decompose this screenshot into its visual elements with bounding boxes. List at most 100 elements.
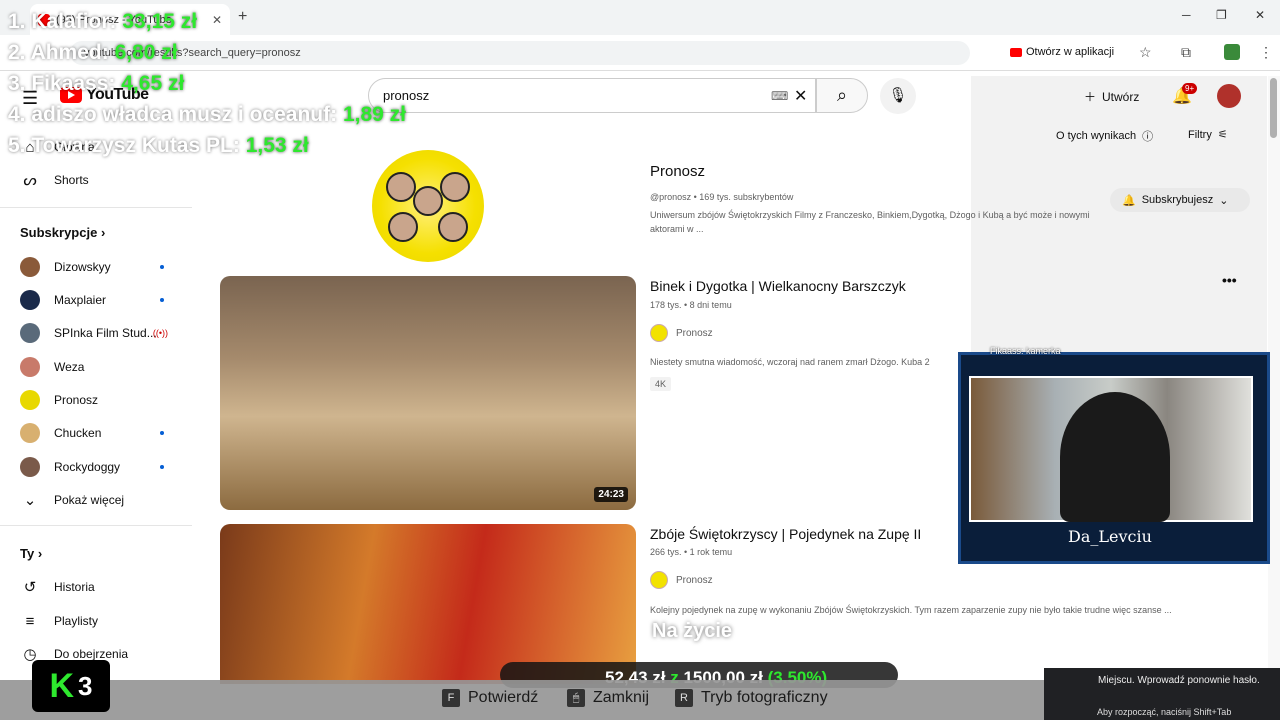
subscriptions-heading[interactable]: Subskrypcje ›: [20, 225, 105, 240]
face-illustration: [413, 186, 443, 216]
url-field[interactable]: youtube.com/results?search_query=pronosz: [70, 41, 970, 65]
leaderboard-amount: 33,15 zł: [122, 10, 198, 33]
video-title[interactable]: Zbóje Świętokrzyscy | Pojedynek na Zupę …: [650, 526, 921, 542]
keyboard-icon[interactable]: ⌨: [771, 89, 788, 103]
cam-label: Fikaass: kamerka: [990, 346, 1061, 356]
avatar[interactable]: [1217, 84, 1241, 108]
channel-avatar: [20, 423, 40, 443]
bell-icon: 🔔: [1122, 194, 1136, 207]
logo-number: 3: [78, 670, 93, 701]
sidebar-item-label: Historia: [54, 580, 95, 594]
leaderboard-entry: 2. Ahmed: 6,80 zł: [8, 41, 178, 65]
face-illustration: [440, 172, 470, 202]
search-input[interactable]: pronosz: [368, 78, 816, 113]
video-title[interactable]: Binek i Dygotka | Wielkanocny Barszczyk: [650, 278, 906, 294]
new-content-dot: [160, 298, 164, 302]
subscribed-button[interactable]: 🔔 Subskrybujesz ⌄: [1110, 188, 1250, 212]
streamer-silhouette: [1060, 392, 1170, 522]
show-more-button[interactable]: ⌄ Pokaż więcej: [20, 490, 180, 510]
channel-avatar: [20, 323, 40, 343]
close-hint[interactable]: 🖱 Zamknij: [567, 689, 649, 707]
extensions-icon[interactable]: ⧉: [1181, 44, 1191, 61]
face-illustration: [388, 212, 418, 242]
filters-button[interactable]: Filtry ⚟: [1188, 128, 1228, 142]
face-illustration: [438, 212, 468, 242]
create-button[interactable]: ＋ Utwórz: [1084, 88, 1139, 105]
sidebar-divider: [0, 207, 192, 208]
new-content-dot: [160, 431, 164, 435]
close-window-icon[interactable]: ✕: [1255, 8, 1265, 22]
channel-avatar: [20, 457, 40, 477]
open-in-app-button[interactable]: Otwórz w aplikacji: [1010, 46, 1114, 58]
leaderboard-entry: 1. Kalafior: 33,15 zł: [8, 10, 197, 34]
leaderboard-name: 2. Ahmed:: [8, 41, 109, 64]
voice-search-button[interactable]: 🎙: [880, 78, 916, 114]
mouse-icon: 🖱: [567, 689, 585, 707]
close-tab-icon[interactable]: ✕: [212, 13, 222, 27]
new-tab-icon[interactable]: +: [238, 8, 247, 26]
sidebar-item-subscription[interactable]: SPInka Film Stud... ((•)): [20, 323, 180, 343]
leaderboard-name: 1. Kalafior:: [8, 10, 117, 33]
sidebar-item-history[interactable]: ↺ Historia: [20, 577, 180, 597]
sidebar-item-label: Maxplaier: [54, 293, 107, 307]
browser-menu-icon[interactable]: ⋮: [1259, 44, 1273, 61]
show-more-label: Pokaż więcej: [54, 493, 125, 507]
subscribed-label: Subskrybujesz: [1141, 194, 1214, 206]
video-channel[interactable]: Pronosz: [650, 324, 713, 342]
photo-mode-hint[interactable]: R Tryb fotograficzny: [675, 689, 828, 707]
leaderboard-amount: 4,65 zł: [121, 72, 185, 95]
logo-letter: K: [49, 666, 75, 705]
search-button[interactable]: ⌕: [816, 78, 868, 113]
notification-badge: 9+: [1182, 83, 1198, 94]
channel-avatar: [650, 571, 668, 589]
more-options-icon[interactable]: •••: [1222, 272, 1237, 288]
scrollbar-thumb[interactable]: [1270, 78, 1277, 138]
leaderboard-name: 5. Towarzysz Kutas PL:: [8, 134, 240, 157]
sidebar-divider: [0, 525, 192, 526]
confirm-hint[interactable]: F Potwierdź: [442, 689, 538, 707]
notification-text: Miejscu. Wprowadź ponownie hasło.: [1098, 675, 1260, 686]
hint-label: Tryb fotograficzny: [701, 689, 828, 706]
create-label: Utwórz: [1102, 89, 1140, 104]
playlist-icon: ≡: [25, 612, 35, 630]
sidebar-item-shorts[interactable]: ᔕ Shorts: [20, 170, 180, 190]
clear-search-icon[interactable]: ✕: [794, 86, 807, 106]
channel-avatar: [20, 390, 40, 410]
sidebar-item-label: Chucken: [54, 426, 102, 440]
leaderboard-amount: 6,80 zł: [114, 41, 178, 64]
sidebar-item-subscription[interactable]: Weza: [20, 357, 180, 377]
channel-avatar-large[interactable]: [372, 150, 484, 262]
sidebar-item-subscription[interactable]: Pronosz: [20, 390, 180, 410]
r-key-icon: R: [675, 689, 693, 707]
youtube-app-icon: [1010, 47, 1022, 57]
search-icon: ⌕: [836, 85, 848, 105]
sidebar-item-playlists[interactable]: ≡ Playlisty: [20, 611, 180, 631]
maximize-icon[interactable]: ❐: [1216, 8, 1227, 22]
new-content-dot: [160, 465, 164, 469]
channel-description: Uniwersum zbójów Świętokrzyskich Filmy z…: [650, 210, 1090, 234]
you-heading[interactable]: Ty ›: [20, 546, 42, 561]
sidebar-item-subscription[interactable]: Rockydoggy: [20, 457, 180, 477]
bookmark-star-icon[interactable]: ☆: [1139, 44, 1152, 61]
leaderboard-entry: 5. Towarzysz Kutas PL: 1,53 zł: [8, 134, 309, 158]
f-key-icon: F: [442, 689, 460, 707]
sidebar-item-subscription[interactable]: Dizowskyy: [20, 257, 180, 277]
sidebar-item-label: Do obejrzenia: [54, 647, 129, 661]
sidebar-item-label: Pronosz: [54, 393, 99, 407]
hint-label: Zamknij: [593, 689, 650, 706]
chevron-right-icon: ›: [100, 225, 106, 240]
video-meta: 178 tys. • 8 dni temu: [650, 300, 732, 310]
shorts-icon: ᔕ: [23, 172, 37, 189]
minimize-icon[interactable]: ─: [1182, 8, 1191, 22]
profile-extension-icon[interactable]: [1224, 44, 1240, 60]
video-channel-name: Pronosz: [676, 327, 713, 339]
about-results-button[interactable]: O tych wynikach ⓘ: [1056, 128, 1153, 144]
sidebar-item-subscription[interactable]: Chucken: [20, 423, 180, 443]
video-channel[interactable]: Pronosz: [650, 571, 713, 589]
video-meta: 266 tys. • 1 rok temu: [650, 547, 733, 557]
video-thumbnail[interactable]: 24:23: [220, 276, 636, 510]
sidebar-item-subscription[interactable]: Maxplaier: [20, 290, 180, 310]
video-thumbnail[interactable]: [220, 524, 636, 684]
filters-label: Filtry: [1188, 128, 1212, 141]
channel-name[interactable]: Pronosz: [650, 163, 705, 180]
